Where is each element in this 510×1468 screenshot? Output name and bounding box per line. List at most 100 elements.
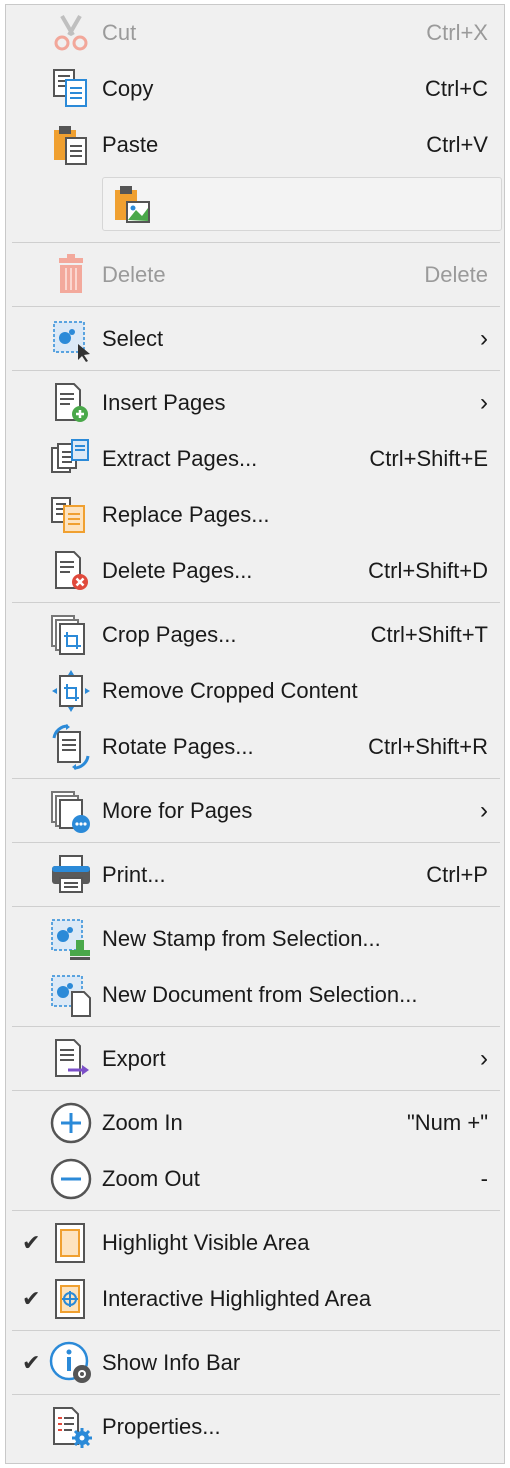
shortcut-text: Delete xyxy=(424,262,488,287)
menu-item-cut[interactable]: Cut Ctrl+X xyxy=(6,5,504,61)
menu-item-label: Replace Pages... xyxy=(102,502,270,527)
menu-item-print[interactable]: Print... Ctrl+P xyxy=(6,847,504,903)
menu-item-copy[interactable]: Copy Ctrl+C xyxy=(6,61,504,117)
menu-item-rotate-pages[interactable]: Rotate Pages... Ctrl+Shift+R xyxy=(6,719,504,775)
separator xyxy=(6,239,504,247)
select-area-icon xyxy=(48,316,94,362)
separator xyxy=(6,1087,504,1095)
shortcut-text: Ctrl+V xyxy=(426,132,488,157)
export-icon xyxy=(48,1036,94,1082)
menu-item-label: Crop Pages... xyxy=(102,622,237,647)
zoom-in-icon xyxy=(48,1100,94,1146)
menu-item-label: Paste xyxy=(102,132,159,157)
separator xyxy=(6,1391,504,1399)
context-menu: Cut Ctrl+X Copy Ctrl+C Paste Ctrl+V Dele… xyxy=(5,4,505,1464)
shortcut-text: Ctrl+Shift+R xyxy=(368,734,488,759)
replace-pages-icon xyxy=(48,492,94,538)
menu-item-more-for-pages[interactable]: More for Pages › xyxy=(6,783,504,839)
separator xyxy=(6,903,504,911)
submenu-arrow-icon: › xyxy=(480,1045,488,1072)
highlight-area-icon xyxy=(48,1220,94,1266)
menu-item-paste[interactable]: Paste Ctrl+V xyxy=(6,117,504,173)
menu-item-zoom-in[interactable]: Zoom In "Num +" xyxy=(6,1095,504,1151)
shortcut-text: - xyxy=(480,1166,488,1191)
paste-image-button[interactable] xyxy=(102,177,502,231)
more-pages-icon xyxy=(48,788,94,834)
scissors-icon xyxy=(48,10,94,56)
menu-item-label: More for Pages xyxy=(102,798,253,823)
shortcut-text: Ctrl+C xyxy=(425,76,488,101)
insert-pages-icon xyxy=(48,380,94,426)
submenu-arrow-icon: › xyxy=(480,325,488,352)
extract-pages-icon xyxy=(48,436,94,482)
printer-icon xyxy=(48,852,94,898)
menu-item-label: Delete xyxy=(102,262,166,287)
delete-pages-icon xyxy=(48,548,94,594)
rotate-pages-icon xyxy=(48,724,94,770)
copy-icon xyxy=(48,66,94,112)
menu-item-delete-pages[interactable]: Delete Pages... Ctrl+Shift+D xyxy=(6,543,504,599)
separator xyxy=(6,1207,504,1215)
menu-item-label: Cut xyxy=(102,20,137,45)
new-document-icon xyxy=(48,972,94,1018)
new-stamp-icon xyxy=(48,916,94,962)
menu-item-label: Zoom In xyxy=(102,1110,183,1135)
menu-item-delete[interactable]: Delete Delete xyxy=(6,247,504,303)
submenu-arrow-icon: › xyxy=(480,389,488,416)
menu-item-new-document-from-selection[interactable]: New Document from Selection... xyxy=(6,967,504,1023)
separator xyxy=(6,303,504,311)
paste-options-row xyxy=(6,173,504,239)
menu-item-label: Insert Pages xyxy=(102,390,226,415)
menu-item-highlight-visible-area[interactable]: ✔ Highlight Visible Area xyxy=(6,1215,504,1271)
separator xyxy=(6,1327,504,1335)
menu-item-label: Select xyxy=(102,326,164,351)
menu-item-crop-pages[interactable]: Crop Pages... Ctrl+Shift+T xyxy=(6,607,504,663)
checkmark-icon: ✔ xyxy=(22,1350,41,1375)
shortcut-text: Ctrl+X xyxy=(426,20,488,45)
menu-item-zoom-out[interactable]: Zoom Out - xyxy=(6,1151,504,1207)
menu-item-select[interactable]: Select › xyxy=(6,311,504,367)
menu-item-remove-cropped-content[interactable]: Remove Cropped Content xyxy=(6,663,504,719)
menu-item-label: Properties... xyxy=(102,1414,221,1439)
separator xyxy=(6,775,504,783)
menu-item-label: Copy xyxy=(102,76,154,101)
menu-item-interactive-highlighted-area[interactable]: ✔ Interactive Highlighted Area xyxy=(6,1271,504,1327)
menu-item-export[interactable]: Export › xyxy=(6,1031,504,1087)
checkmark-icon: ✔ xyxy=(22,1230,41,1255)
shortcut-text: Ctrl+Shift+D xyxy=(368,558,488,583)
zoom-out-icon xyxy=(48,1156,94,1202)
paste-image-icon xyxy=(115,186,150,223)
info-icon xyxy=(48,1340,94,1386)
menu-item-label: New Document from Selection... xyxy=(102,982,418,1007)
menu-item-properties[interactable]: Properties... xyxy=(6,1399,504,1455)
separator xyxy=(6,1023,504,1031)
menu-item-label: Delete Pages... xyxy=(102,558,253,583)
shortcut-text: Ctrl+P xyxy=(426,862,488,887)
paste-icon xyxy=(48,122,94,168)
menu-item-replace-pages[interactable]: Replace Pages... xyxy=(6,487,504,543)
menu-item-extract-pages[interactable]: Extract Pages... Ctrl+Shift+E xyxy=(6,431,504,487)
menu-item-label: Rotate Pages... xyxy=(102,734,254,759)
separator xyxy=(6,367,504,375)
trash-icon xyxy=(48,252,94,298)
menu-item-show-info-bar[interactable]: ✔ Show Info Bar xyxy=(6,1335,504,1391)
crop-pages-icon xyxy=(48,612,94,658)
menu-item-label: Interactive Highlighted Area xyxy=(102,1286,372,1311)
menu-item-label: Print... xyxy=(102,862,166,887)
menu-item-label: New Stamp from Selection... xyxy=(102,926,381,951)
menu-item-insert-pages[interactable]: Insert Pages › xyxy=(6,375,504,431)
menu-item-label: Remove Cropped Content xyxy=(102,678,358,703)
separator xyxy=(6,599,504,607)
shortcut-text: Ctrl+Shift+E xyxy=(369,446,488,471)
shortcut-text: Ctrl+Shift+T xyxy=(370,622,488,647)
menu-item-label: Export xyxy=(102,1046,166,1071)
menu-item-label: Zoom Out xyxy=(102,1166,200,1191)
checkmark-icon: ✔ xyxy=(22,1286,41,1311)
shortcut-text: "Num +" xyxy=(406,1110,488,1135)
submenu-arrow-icon: › xyxy=(480,797,488,824)
interactive-area-icon xyxy=(48,1276,94,1322)
menu-item-new-stamp-from-selection[interactable]: New Stamp from Selection... xyxy=(6,911,504,967)
separator xyxy=(6,839,504,847)
menu-item-label: Show Info Bar xyxy=(102,1350,241,1375)
menu-item-label: Extract Pages... xyxy=(102,446,258,471)
